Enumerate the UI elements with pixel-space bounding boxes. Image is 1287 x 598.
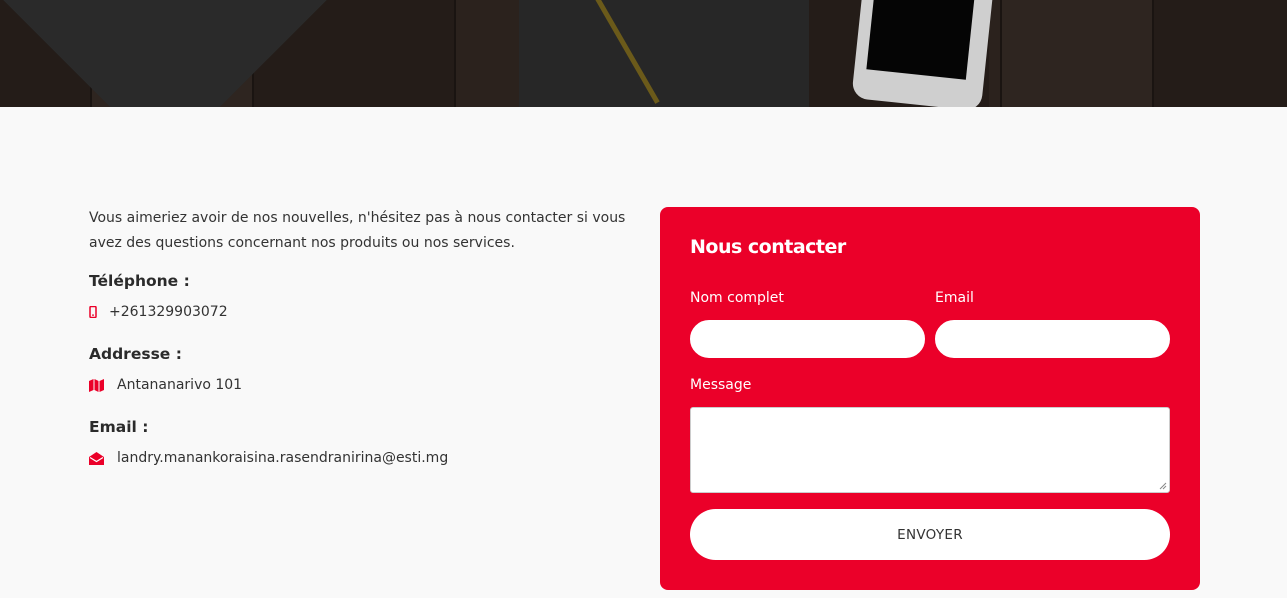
phone-photo	[851, 0, 995, 107]
message-textarea[interactable]	[690, 407, 1170, 493]
name-field-label: Nom complet	[690, 290, 784, 306]
resize-grip-icon[interactable]	[1159, 482, 1167, 490]
address-label: Addresse :	[89, 345, 182, 363]
phone-number: +261329903072	[109, 304, 228, 320]
phone-row: +261329903072	[89, 304, 228, 320]
full-name-input[interactable]	[690, 320, 925, 358]
mobile-phone-icon	[89, 306, 109, 318]
email-row: landry.manankoraisina.rasendranirina@est…	[89, 450, 448, 466]
contact-form-card: Nous contacter Nom complet Email Message…	[660, 207, 1200, 590]
phone-label: Téléphone :	[89, 272, 190, 290]
form-title: Nous contacter	[690, 236, 846, 258]
submit-button[interactable]: ENVOYER	[690, 509, 1170, 560]
envelope-open-icon	[89, 451, 117, 465]
message-field-label: Message	[690, 377, 752, 393]
address-text: Antananarivo 101	[117, 377, 243, 393]
email-input[interactable]	[935, 320, 1170, 358]
address-row: Antananarivo 101	[89, 377, 242, 393]
intro-text: Vous aimeriez avoir de nos nouvelles, n'…	[89, 210, 626, 251]
map-icon	[89, 378, 117, 392]
email-label: Email :	[89, 418, 149, 436]
hero-banner-image	[0, 0, 1287, 107]
email-address[interactable]: landry.manankoraisina.rasendranirina@est…	[117, 450, 448, 466]
email-field-label: Email	[935, 290, 974, 306]
